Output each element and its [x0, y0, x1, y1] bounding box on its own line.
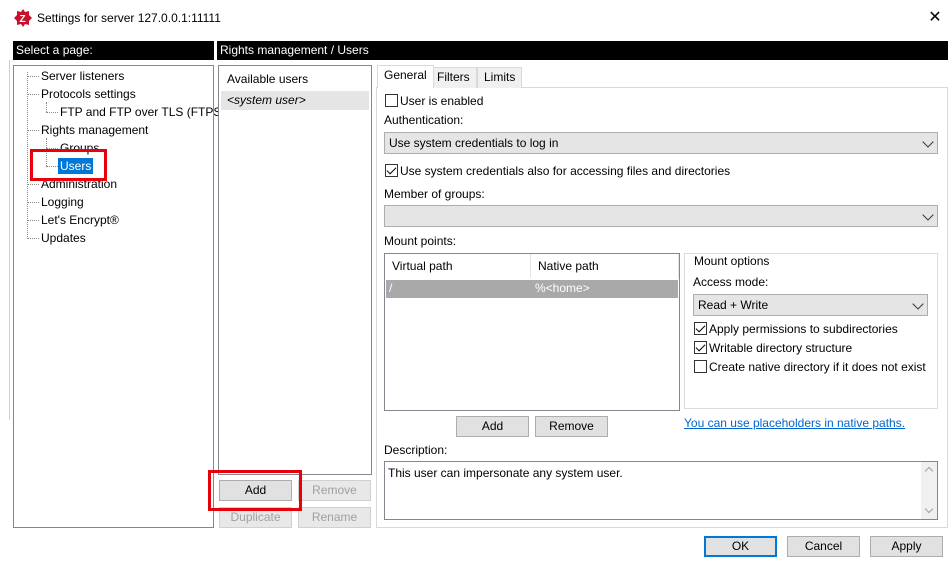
writable-directory-label: Writable directory structure [709, 341, 853, 355]
page-title-header: Rights management / Users [217, 41, 948, 60]
scroll-up-icon[interactable] [924, 466, 934, 476]
authentication-value: Use system credentials to log in [389, 136, 559, 150]
tree-line [27, 94, 39, 95]
chevron-down-icon [912, 298, 924, 310]
tree-item-protocols-settings[interactable]: Protocols settings [39, 86, 138, 102]
chevron-down-icon [922, 136, 934, 148]
tree-line [27, 130, 39, 131]
remove-mount-button[interactable]: Remove [535, 416, 608, 437]
description-scrollbar[interactable] [921, 462, 937, 519]
create-native-directory-checkbox[interactable] [694, 360, 707, 373]
mount-virtual-path: / [389, 281, 393, 295]
mount-native-path: %<home> [535, 281, 590, 295]
column-header-virtual-path[interactable]: Virtual path [385, 254, 531, 278]
select-page-header: Select a page: [13, 41, 214, 60]
tree-item-logging[interactable]: Logging [39, 194, 86, 210]
tab-general[interactable]: General [377, 65, 434, 88]
tree-item-updates[interactable]: Updates [39, 230, 88, 246]
user-enabled-checkbox[interactable] [385, 94, 398, 107]
description-value: This user can impersonate any system use… [388, 466, 623, 480]
highlight-add-annotation [208, 470, 302, 511]
cancel-button[interactable]: Cancel [787, 536, 860, 557]
list-item[interactable]: <system user> [221, 91, 369, 110]
background-window-edge [0, 60, 10, 420]
tree-line [27, 238, 39, 239]
mount-points-table[interactable]: Virtual path Native path / %<home> [384, 253, 680, 411]
authentication-label: Authentication: [384, 113, 464, 127]
tree-line [27, 184, 39, 185]
system-credentials-files-label: Use system credentials also for accessin… [400, 164, 731, 178]
table-row[interactable]: / %<home> [386, 280, 678, 298]
tree-item-lets-encrypt[interactable]: Let's Encrypt® [39, 212, 121, 228]
access-mode-value: Read + Write [698, 298, 769, 312]
create-native-directory-label: Create native directory if it does not e… [709, 360, 926, 374]
tree-item-server-listeners[interactable]: Server listeners [39, 68, 126, 84]
mount-points-label: Mount points: [384, 234, 457, 248]
column-header-native-path[interactable]: Native path [531, 254, 679, 278]
description-textarea[interactable]: This user can impersonate any system use… [384, 461, 938, 520]
tree-line [46, 102, 47, 112]
access-mode-label: Access mode: [693, 275, 769, 289]
svg-text:Z: Z [20, 14, 26, 25]
tree-item-rights-management[interactable]: Rights management [39, 122, 150, 138]
scroll-down-icon[interactable] [924, 504, 934, 514]
user-enabled-label: User is enabled [400, 94, 484, 108]
chevron-down-icon [922, 209, 934, 221]
remove-user-button[interactable]: Remove [298, 480, 371, 501]
mount-options-title: Mount options [692, 254, 772, 268]
apply-permissions-checkbox[interactable] [694, 322, 707, 335]
authentication-select[interactable]: Use system credentials to log in [384, 132, 938, 154]
access-mode-select[interactable]: Read + Write [693, 294, 928, 316]
tree-line [27, 202, 39, 203]
window-title: Settings for server 127.0.0.1:11111 [37, 11, 221, 25]
tree-line [27, 72, 28, 239]
tree-item-ftp-ftps[interactable]: FTP and FTP over TLS (FTPS) [58, 104, 227, 120]
tree-line [46, 112, 58, 113]
title-bar: Z Settings for server 127.0.0.1:11111 ✕ [0, 0, 951, 38]
system-credentials-files-checkbox[interactable] [385, 164, 398, 177]
add-mount-button[interactable]: Add [456, 416, 529, 437]
apply-permissions-label: Apply permissions to subdirectories [709, 322, 898, 336]
tree-line [27, 220, 39, 221]
tab-limits[interactable]: Limits [477, 67, 523, 88]
tree-line [27, 76, 39, 77]
placeholders-help-link[interactable]: You can use placeholders in native paths… [684, 416, 905, 430]
ok-button[interactable]: OK [704, 536, 777, 557]
close-icon[interactable]: ✕ [925, 8, 945, 28]
filezilla-server-icon: Z [14, 9, 32, 27]
page-tree[interactable]: Server listeners Protocols settings FTP … [13, 65, 225, 528]
tab-filters[interactable]: Filters [430, 67, 477, 88]
writable-directory-checkbox[interactable] [694, 341, 707, 354]
rename-user-button[interactable]: Rename [298, 507, 371, 528]
description-label: Description: [384, 443, 448, 457]
highlight-users-annotation [30, 149, 107, 181]
member-of-groups-label: Member of groups: [384, 187, 485, 201]
users-list[interactable]: Available users <system user> [218, 65, 372, 475]
groups-select[interactable] [384, 205, 938, 227]
users-list-header: Available users [227, 72, 309, 86]
apply-button[interactable]: Apply [870, 536, 943, 557]
